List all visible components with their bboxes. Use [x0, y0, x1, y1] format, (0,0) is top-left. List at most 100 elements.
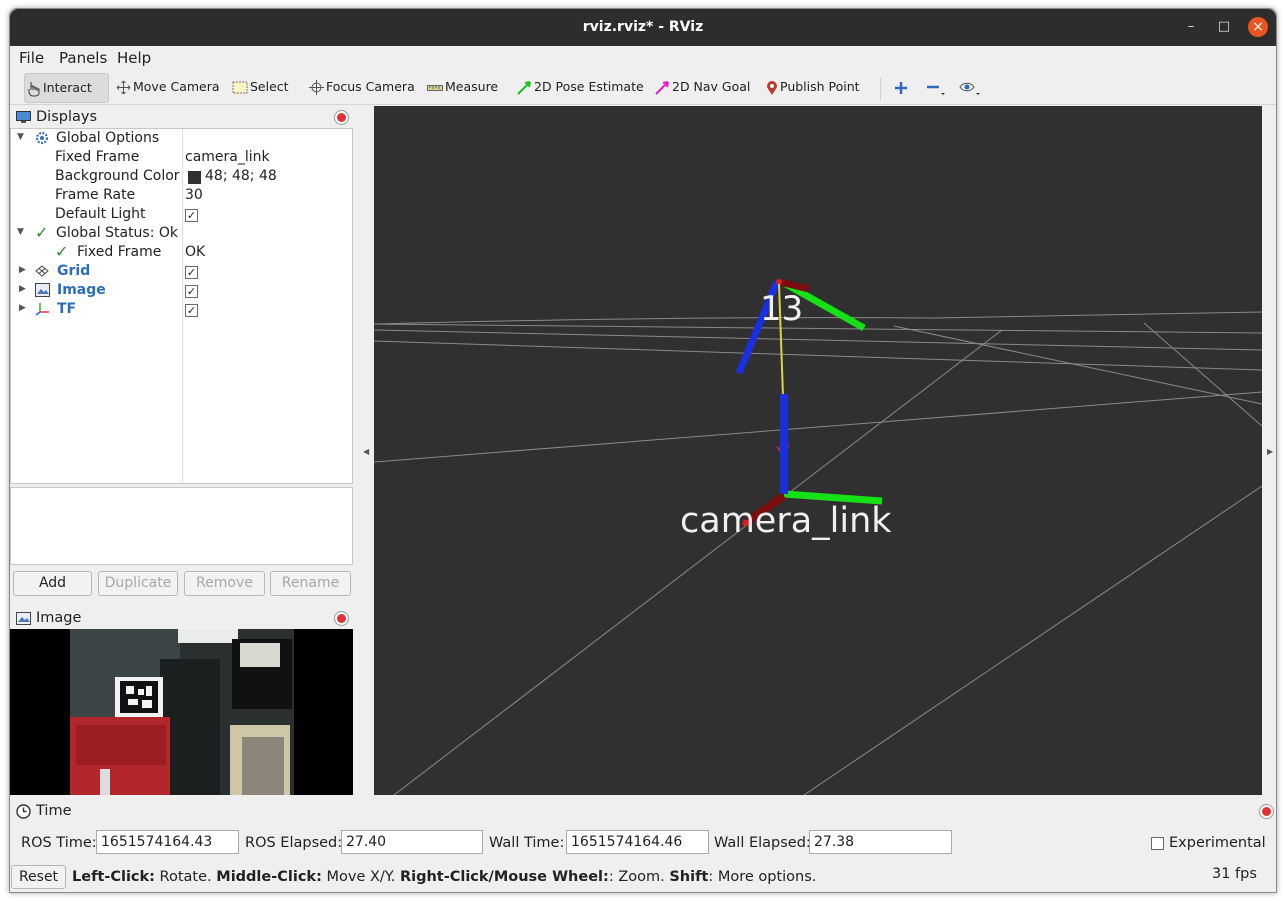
- selection-box-icon: [232, 81, 248, 94]
- tree-row-background-color[interactable]: Background Color 48; 48; 48: [11, 167, 352, 186]
- color-swatch[interactable]: [188, 171, 201, 184]
- camera-image: [10, 629, 353, 795]
- left-collapse-arrow-icon[interactable]: ◀: [363, 447, 369, 456]
- publish-point-tool[interactable]: Publish Point: [764, 73, 860, 103]
- frame-rate-label: Frame Rate: [55, 187, 136, 203]
- tree-row-frame-rate[interactable]: Frame Rate 30: [11, 186, 352, 205]
- pose-estimate-tool[interactable]: 2D Pose Estimate: [515, 73, 644, 103]
- view-tool-button[interactable]: [957, 73, 983, 103]
- default-light-checkbox[interactable]: ✓: [185, 209, 198, 222]
- tree-row-global-options[interactable]: ▼ Global Options: [11, 129, 352, 148]
- wall-time-field[interactable]: 1651574164.46: [566, 830, 709, 854]
- background-color-value[interactable]: 48; 48; 48: [205, 168, 277, 184]
- wall-elapsed-label: Wall Elapsed:: [714, 835, 811, 851]
- render-viewport[interactable]: 13 camera_link: [373, 106, 1263, 796]
- title-bar: rviz.rviz* - RViz – □ ×: [10, 9, 1276, 46]
- displays-close-icon[interactable]: [334, 110, 349, 125]
- menu-help[interactable]: Help: [117, 49, 151, 67]
- window-title: rviz.rviz* - RViz: [582, 19, 704, 35]
- toolbar-separator: [880, 78, 881, 100]
- nav-goal-tool[interactable]: 2D Nav Goal: [653, 73, 750, 103]
- right-collapse-arrow-icon[interactable]: ▶: [1267, 447, 1273, 456]
- tree-row-global-status[interactable]: ▼ ✓ Global Status: Ok: [11, 223, 352, 243]
- measure-label: Measure: [445, 79, 499, 94]
- fixed-frame-label: Fixed Frame: [55, 149, 140, 165]
- frame-rate-value[interactable]: 30: [185, 187, 203, 203]
- menu-file[interactable]: File: [19, 49, 44, 67]
- fps-counter: 31 fps: [1212, 866, 1257, 882]
- minimize-button[interactable]: –: [1181, 17, 1201, 37]
- focus-camera-tool[interactable]: Focus Camera: [307, 73, 415, 103]
- status-fixed-frame-label: Fixed Frame: [77, 244, 162, 260]
- collapse-arrow-icon[interactable]: ▶: [19, 284, 26, 294]
- monitor-icon: [16, 111, 31, 123]
- grid-icon: [35, 265, 49, 277]
- remove-tool-button[interactable]: [924, 73, 948, 103]
- default-light-label: Default Light: [55, 206, 146, 222]
- check-icon: ✓: [55, 242, 69, 261]
- wall-time-label: Wall Time:: [489, 835, 565, 851]
- menu-panels[interactable]: Panels: [59, 49, 107, 67]
- grid-lines: [373, 311, 1263, 796]
- time-panel-close-icon[interactable]: [1259, 804, 1274, 819]
- tree-row-status-fixed-frame[interactable]: ✓ Fixed Frame OK: [11, 242, 352, 262]
- menu-bar: File Panels Help: [10, 46, 1276, 68]
- add-tool-button[interactable]: [892, 73, 910, 103]
- image-panel-title: Image: [36, 610, 82, 626]
- rename-button[interactable]: Rename: [270, 571, 351, 596]
- status-help-text: Left-Click: Rotate. Middle-Click: Move X…: [72, 869, 816, 885]
- help-text-move: Move X/Y.: [321, 869, 400, 885]
- clock-icon: [16, 804, 31, 819]
- add-button[interactable]: Add: [13, 571, 92, 596]
- time-panel-header: Time: [10, 802, 1276, 822]
- global-status-label: Global Status: Ok: [56, 225, 179, 241]
- tree-row-tf[interactable]: ▶ TF ✓: [11, 300, 352, 319]
- help-text-rotate: Rotate.: [154, 869, 217, 885]
- collapse-arrow-icon[interactable]: ▶: [19, 265, 26, 275]
- image-panel-header: Image: [10, 609, 353, 629]
- maximize-button[interactable]: □: [1214, 17, 1234, 37]
- time-panel-title: Time: [36, 803, 72, 819]
- fixed-frame-value[interactable]: camera_link: [185, 149, 270, 165]
- marker-id-label: 13: [760, 289, 803, 329]
- hand-pointer-icon: [28, 81, 40, 96]
- ros-time-field[interactable]: 1651574164.43: [96, 830, 239, 854]
- background-color-label: Background Color: [55, 168, 180, 184]
- image-icon: [35, 283, 50, 297]
- tree-row-default-light[interactable]: Default Light ✓: [11, 205, 352, 224]
- tree-row-grid[interactable]: ▶ Grid ✓: [11, 262, 352, 281]
- grid-checkbox[interactable]: ✓: [185, 266, 198, 279]
- tree-row-image[interactable]: ▶ Image ✓: [11, 281, 352, 300]
- interact-tool[interactable]: Interact: [24, 73, 109, 103]
- image-panel-close-icon[interactable]: [334, 611, 349, 626]
- move-camera-label: Move Camera: [133, 79, 220, 94]
- tf-checkbox[interactable]: ✓: [185, 304, 198, 317]
- gear-icon: [35, 131, 49, 145]
- expand-arrow-icon[interactable]: ▼: [17, 227, 24, 237]
- ros-time-label: ROS Time:: [21, 835, 97, 851]
- remove-button[interactable]: Remove: [184, 571, 265, 596]
- displays-title: Displays: [36, 109, 98, 125]
- reset-button[interactable]: Reset: [11, 865, 66, 889]
- global-options-label: Global Options: [56, 130, 160, 146]
- measure-tool[interactable]: Measure: [425, 73, 498, 103]
- crosshair-icon: [309, 80, 324, 95]
- help-text-zoom: : Zoom.: [608, 869, 670, 885]
- tree-row-fixed-frame[interactable]: Fixed Frame camera_link: [11, 148, 352, 167]
- select-tool[interactable]: Select: [230, 73, 289, 103]
- interact-label: Interact: [43, 80, 92, 95]
- experimental-checkbox[interactable]: [1151, 837, 1164, 850]
- wall-elapsed-field[interactable]: 27.38: [809, 830, 952, 854]
- tools-toolbar: Interact Move Camera Select Focus Camera…: [10, 69, 1276, 105]
- ros-elapsed-field[interactable]: 27.40: [341, 830, 483, 854]
- ruler-icon: [427, 84, 443, 91]
- select-label: Select: [250, 79, 289, 94]
- image-checkbox[interactable]: ✓: [185, 285, 198, 298]
- close-button[interactable]: ×: [1248, 17, 1268, 37]
- frame-name-label: camera_link: [680, 501, 892, 541]
- magenta-arrow-icon: [655, 81, 669, 95]
- move-camera-tool[interactable]: Move Camera: [114, 73, 220, 103]
- duplicate-button[interactable]: Duplicate: [98, 571, 178, 596]
- expand-arrow-icon[interactable]: ▼: [17, 132, 24, 142]
- collapse-arrow-icon[interactable]: ▶: [19, 303, 26, 313]
